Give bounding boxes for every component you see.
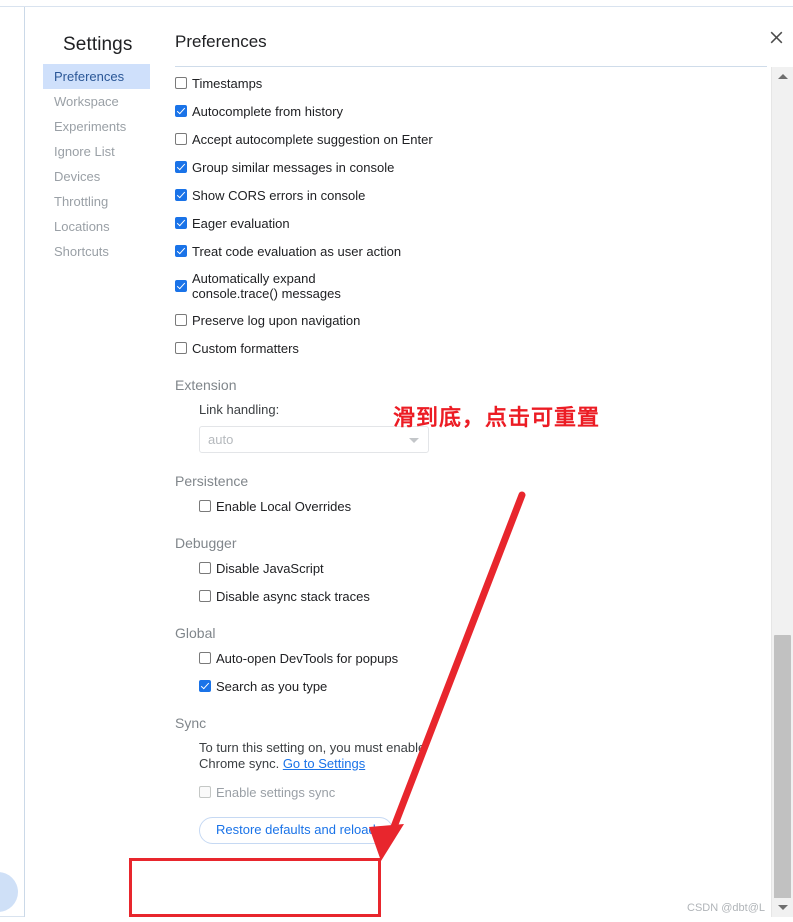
checkbox-timestamps[interactable] [175, 77, 187, 89]
checkbox-row-treat-code-evaluation-as-user-action[interactable]: Treat code evaluation as user action [175, 243, 770, 260]
checkbox-auto-expand-console-trace[interactable] [175, 280, 187, 292]
checkbox-label: Enable Local Overrides [216, 499, 352, 514]
go-to-settings-link[interactable]: Go to Settings [283, 756, 365, 771]
sidebar-item-ignore-list[interactable]: Ignore List [43, 139, 150, 164]
sidebar-item-label: Ignore List [54, 144, 115, 159]
sidebar-item-devices[interactable]: Devices [43, 164, 150, 189]
settings-title: Settings [63, 34, 133, 55]
checkbox-label: Disable async stack traces [216, 589, 370, 604]
section-heading-global: Global [175, 625, 216, 641]
checkbox-row-accept-autocomplete-on-enter[interactable]: Accept autocomplete suggestion on Enter [175, 131, 770, 148]
checkbox-label: Custom formatters [192, 341, 299, 356]
checkbox-show-cors-errors[interactable] [175, 189, 187, 201]
sidebar-item-workspace[interactable]: Workspace [43, 89, 150, 114]
checkbox-treat-code-evaluation-as-user-action[interactable] [175, 245, 187, 257]
checkbox-label: Treat code evaluation as user action [192, 244, 402, 259]
settings-dialog: Settings Preferences Workspace Experimen… [24, 7, 793, 917]
sidebar-item-label: Locations [54, 219, 110, 234]
vertical-scrollbar[interactable] [771, 67, 793, 917]
checkbox-label: Eager evaluation [192, 216, 290, 231]
settings-content: Preferences Timestamps Autocomplete from… [150, 7, 793, 917]
section-heading-sync: Sync [175, 715, 207, 731]
checkbox-enable-local-overrides[interactable] [199, 500, 211, 512]
extension-section-body: Link handling: auto [175, 402, 770, 453]
sidebar-item-label: Throttling [54, 194, 109, 209]
checkbox-row-show-cors-errors[interactable]: Show CORS errors in console [175, 187, 770, 204]
page-title: Preferences [175, 32, 267, 51]
caret-down-icon [777, 905, 788, 910]
section-heading-persistence: Persistence [175, 473, 249, 489]
checkbox-auto-open-devtools-for-popups[interactable] [199, 652, 211, 664]
sidebar-item-label: Workspace [54, 94, 119, 109]
checkbox-label: Automatically expand console.trace() mes… [192, 271, 341, 301]
checkbox-eager-evaluation[interactable] [175, 217, 187, 229]
scrollbar-up-button[interactable] [772, 67, 793, 86]
sidebar-item-preferences[interactable]: Preferences [43, 64, 150, 89]
checkbox-label: Disable JavaScript [216, 561, 324, 576]
checkbox-row-custom-formatters[interactable]: Custom formatters [175, 340, 770, 357]
checkbox-group-similar-messages[interactable] [175, 161, 187, 173]
checkbox-row-search-as-you-type[interactable]: Search as you type [199, 678, 770, 695]
checkbox-row-enable-settings-sync: Enable settings sync [199, 784, 770, 801]
checkbox-accept-autocomplete-on-enter[interactable] [175, 133, 187, 145]
section-heading-debugger: Debugger [175, 535, 237, 551]
sidebar-item-label: Preferences [54, 69, 125, 84]
checkbox-label: Autocomplete from history [192, 104, 344, 119]
checkbox-row-auto-open-devtools-for-popups[interactable]: Auto-open DevTools for popups [199, 650, 770, 667]
sync-section-body: To turn this setting on, you must enable… [175, 740, 770, 801]
caret-up-icon [777, 74, 788, 79]
checkbox-label: Show CORS errors in console [192, 188, 366, 203]
scrollbar-thumb[interactable] [774, 635, 791, 907]
sidebar-item-label: Shortcuts [54, 244, 109, 259]
checkbox-preserve-log[interactable] [175, 314, 187, 326]
sidebar-nav-list: Preferences Workspace Experiments Ignore… [43, 64, 150, 264]
checkbox-row-auto-expand-console-trace[interactable]: Automatically expand console.trace() mes… [175, 271, 770, 301]
restore-defaults-and-reload-button[interactable]: Restore defaults and reload [199, 817, 393, 844]
checkbox-label: Timestamps [192, 76, 263, 91]
sidebar-item-label: Devices [54, 169, 101, 184]
checkbox-label: Search as you type [216, 679, 328, 694]
global-section-body: Auto-open DevTools for popups Search as … [175, 650, 770, 695]
checkbox-search-as-you-type[interactable] [199, 680, 211, 692]
checkbox-label: Auto-open DevTools for popups [216, 651, 399, 666]
checkbox-label: Enable settings sync [216, 785, 336, 800]
checkbox-row-eager-evaluation[interactable]: Eager evaluation [175, 215, 770, 232]
debugger-section-body: Disable JavaScript Disable async stack t… [175, 560, 770, 605]
checkbox-disable-async-stack-traces[interactable] [199, 590, 211, 602]
checkbox-autocomplete-from-history[interactable] [175, 105, 187, 117]
sidebar-item-experiments[interactable]: Experiments [43, 114, 150, 139]
checkbox-disable-javascript[interactable] [199, 562, 211, 574]
settings-sidebar: Settings Preferences Workspace Experimen… [25, 7, 150, 917]
sidebar-item-shortcuts[interactable]: Shortcuts [43, 239, 150, 264]
checkbox-row-group-similar-messages[interactable]: Group similar messages in console [175, 159, 770, 176]
link-handling-value: auto [208, 432, 234, 447]
persistence-section-body: Enable Local Overrides [175, 498, 770, 515]
checkbox-label: Group similar messages in console [192, 160, 395, 175]
link-handling-select[interactable]: auto [199, 426, 429, 453]
checkbox-label: Preserve log upon navigation [192, 313, 361, 328]
preferences-scroll-area: Timestamps Autocomplete from history Acc… [150, 67, 770, 917]
checkbox-row-disable-async-stack-traces[interactable]: Disable async stack traces [199, 588, 770, 605]
sidebar-item-throttling[interactable]: Throttling [43, 189, 150, 214]
sidebar-item-locations[interactable]: Locations [43, 214, 150, 239]
section-heading-extension: Extension [175, 377, 237, 393]
checkbox-label: Accept autocomplete suggestion on Enter [192, 132, 433, 147]
link-handling-label: Link handling: [199, 402, 280, 417]
preferences-list: Timestamps Autocomplete from history Acc… [175, 75, 770, 844]
checkbox-row-preserve-log[interactable]: Preserve log upon navigation [175, 312, 770, 329]
checkbox-enable-settings-sync [199, 786, 211, 798]
checkbox-custom-formatters[interactable] [175, 342, 187, 354]
checkbox-row-autocomplete-from-history[interactable]: Autocomplete from history [175, 103, 770, 120]
sync-note: To turn this setting on, you must enable… [199, 740, 431, 772]
restore-defaults-wrapper: Restore defaults and reload [175, 817, 770, 844]
scrollbar-down-button[interactable] [772, 898, 793, 917]
checkbox-row-disable-javascript[interactable]: Disable JavaScript [199, 560, 770, 577]
checkbox-row-timestamps[interactable]: Timestamps [175, 75, 770, 92]
checkbox-row-enable-local-overrides[interactable]: Enable Local Overrides [199, 498, 770, 515]
chevron-down-icon [409, 437, 419, 443]
sidebar-item-label: Experiments [54, 119, 127, 134]
